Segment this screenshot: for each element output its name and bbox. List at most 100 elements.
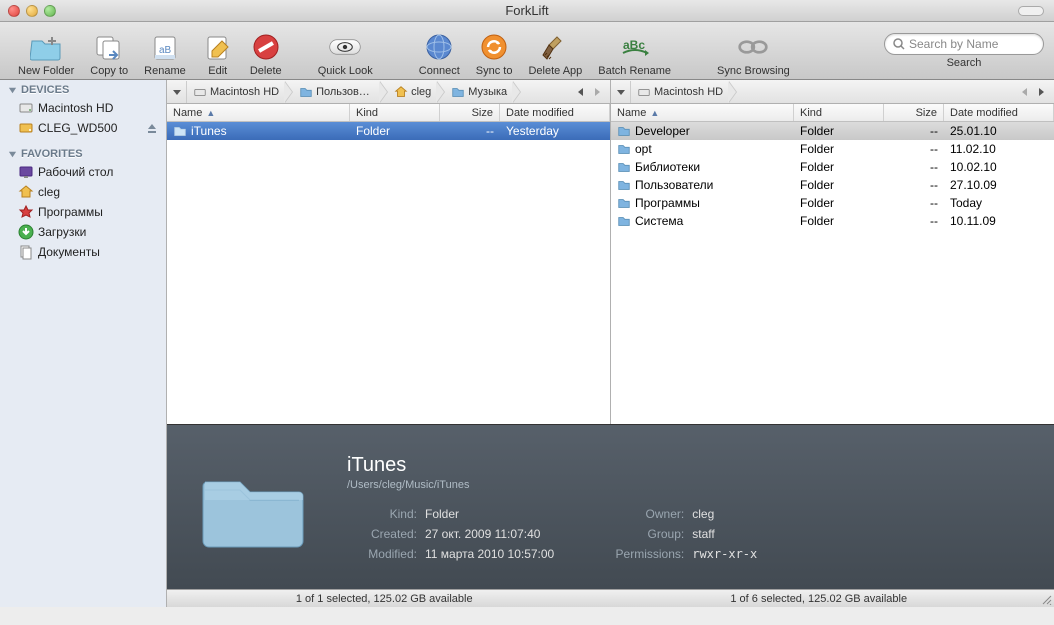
table-row[interactable]: optFolder--11.02.10	[611, 140, 1054, 158]
broom-icon	[539, 31, 571, 63]
documents-icon	[18, 244, 34, 260]
resize-handle[interactable]	[1036, 590, 1054, 607]
left-pane: Macintosh HD Пользователи cleg Музыка	[167, 80, 611, 424]
cell-kind: Folder	[794, 124, 884, 138]
search-placeholder: Search by Name	[909, 37, 998, 51]
quick-look-button[interactable]: Quick Look	[310, 25, 381, 77]
cell-kind: Folder	[794, 196, 884, 210]
cell-date: Today	[944, 196, 1054, 210]
connect-button[interactable]: Connect	[411, 25, 468, 77]
sidebar-fav-downloads[interactable]: Загрузки	[0, 222, 166, 242]
batch-rename-button[interactable]: aBc Batch Rename	[590, 25, 679, 77]
column-name[interactable]: Name▲	[167, 104, 350, 121]
cell-size: --	[884, 160, 944, 174]
svg-text:aB: aB	[159, 45, 172, 56]
delete-button[interactable]: Delete	[242, 25, 290, 77]
zoom-window-button[interactable]	[44, 5, 56, 17]
sidebar-fav-desktop[interactable]: Рабочий стол	[0, 162, 166, 182]
table-row[interactable]: СистемаFolder--10.11.09	[611, 212, 1054, 230]
info-title: iTunes	[347, 454, 1024, 477]
sidebar-fav-documents[interactable]: Документы	[0, 242, 166, 262]
delete-app-button[interactable]: Delete App	[520, 25, 590, 77]
info-owner-value: cleg	[692, 507, 714, 521]
cell-kind: Folder	[350, 124, 440, 138]
breadcrumb-macintosh-hd[interactable]: Macintosh HD	[187, 81, 293, 103]
folder-plus-icon	[30, 31, 62, 63]
table-row[interactable]: БиблиотекиFolder--10.02.10	[611, 158, 1054, 176]
cell-size: --	[884, 196, 944, 210]
eject-icon[interactable]	[146, 122, 158, 134]
table-row[interactable]: ПользователиFolder--27.10.09	[611, 176, 1054, 194]
path-dropdown-button[interactable]	[611, 81, 631, 103]
cell-kind: Folder	[794, 160, 884, 174]
column-kind[interactable]: Kind	[794, 104, 884, 121]
column-date[interactable]: Date modified	[500, 104, 610, 121]
close-window-button[interactable]	[8, 5, 20, 17]
downloads-icon	[18, 224, 34, 240]
sidebar-device-cleg-wd500[interactable]: CLEG_WD500	[0, 118, 166, 138]
table-row[interactable]: iTunesFolder--Yesterday	[167, 122, 610, 140]
info-group-label: Group:	[614, 527, 684, 541]
right-pane: Macintosh HD Name▲ Kind Size Date modifi…	[611, 80, 1054, 424]
toolbar-toggle-pill[interactable]	[1018, 6, 1044, 16]
sidebar-favorites-header[interactable]: FAVORITES	[0, 144, 166, 162]
sync-to-button[interactable]: Sync to	[468, 25, 521, 77]
left-column-header: Name▲ Kind Size Date modified	[167, 104, 610, 122]
cell-kind: Folder	[794, 214, 884, 228]
path-dropdown-button[interactable]	[167, 81, 187, 103]
left-file-list[interactable]: iTunesFolder--Yesterday	[167, 122, 610, 424]
folder-icon	[299, 85, 313, 99]
nav-back-button[interactable]	[1016, 83, 1032, 101]
table-row[interactable]: DeveloperFolder--25.01.10	[611, 122, 1054, 140]
toolbar-label: Delete	[250, 65, 282, 77]
toolbar-label: Edit	[208, 65, 227, 77]
search-input[interactable]: Search by Name	[884, 33, 1044, 55]
new-folder-button[interactable]: New Folder	[10, 25, 82, 77]
column-size[interactable]: Size	[884, 104, 944, 121]
sidebar-devices-header[interactable]: DEVICES	[0, 80, 166, 98]
sync-icon	[478, 31, 510, 63]
sync-browsing-button[interactable]: Sync Browsing	[709, 25, 798, 77]
folder-icon	[617, 142, 631, 156]
column-size[interactable]: Size	[440, 104, 500, 121]
right-file-list[interactable]: DeveloperFolder--25.01.10optFolder--11.0…	[611, 122, 1054, 424]
nav-back-button[interactable]	[572, 83, 588, 101]
folder-preview-icon	[197, 462, 307, 552]
cell-kind: Folder	[794, 142, 884, 156]
cell-size: --	[884, 214, 944, 228]
cell-date: 10.11.09	[944, 214, 1054, 228]
cell-name: Система	[611, 214, 794, 228]
breadcrumb-macintosh-hd[interactable]: Macintosh HD	[631, 81, 737, 103]
cell-date: 25.01.10	[944, 124, 1054, 138]
rename-button[interactable]: aB Rename	[136, 25, 194, 77]
copy-to-button[interactable]: Copy to	[82, 25, 136, 77]
breadcrumb-music[interactable]: Музыка	[445, 81, 521, 103]
column-date[interactable]: Date modified	[944, 104, 1054, 121]
copy-icon	[93, 31, 125, 63]
breadcrumb-cleg[interactable]: cleg	[388, 81, 445, 103]
sidebar-fav-home[interactable]: cleg	[0, 182, 166, 202]
right-pathbar: Macintosh HD	[611, 80, 1054, 104]
cell-date: 11.02.10	[944, 142, 1054, 156]
folder-icon	[617, 124, 631, 138]
table-row[interactable]: ПрограммыFolder--Today	[611, 194, 1054, 212]
cell-name: Программы	[611, 196, 794, 210]
folder-icon	[617, 160, 631, 174]
column-name[interactable]: Name▲	[611, 104, 794, 121]
column-kind[interactable]: Kind	[350, 104, 440, 121]
minimize-window-button[interactable]	[26, 5, 38, 17]
nav-forward-button[interactable]	[1034, 83, 1050, 101]
sidebar: DEVICES Macintosh HD CLEG_WD500 FAVORITE…	[0, 80, 167, 607]
toolbar-label: Delete App	[528, 65, 582, 77]
statusbar: 1 of 1 selected, 125.02 GB available 1 o…	[167, 589, 1054, 607]
folder-icon	[451, 85, 465, 99]
cell-size: --	[884, 178, 944, 192]
edit-button[interactable]: Edit	[194, 25, 242, 77]
sidebar-device-macintosh-hd[interactable]: Macintosh HD	[0, 98, 166, 118]
info-modified-label: Modified:	[347, 547, 417, 561]
breadcrumb-users[interactable]: Пользователи	[293, 81, 388, 103]
sidebar-fav-applications[interactable]: Программы	[0, 202, 166, 222]
nav-forward-button[interactable]	[590, 83, 606, 101]
sort-ascending-icon: ▲	[206, 108, 215, 118]
info-path: /Users/cleg/Music/iTunes	[347, 479, 1024, 491]
